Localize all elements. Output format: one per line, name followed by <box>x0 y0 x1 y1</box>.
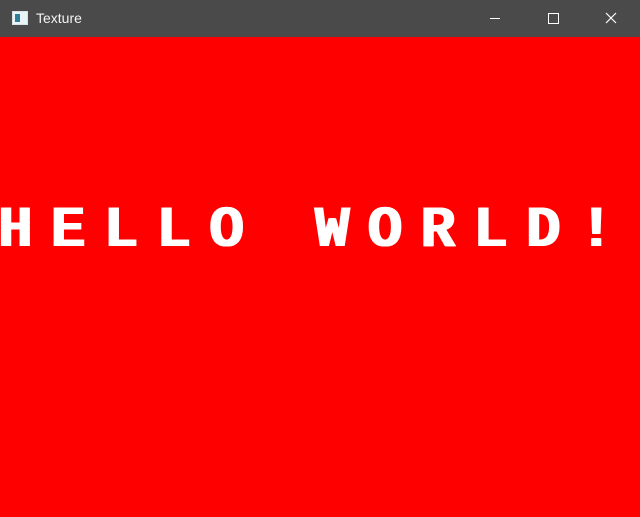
hello-world-text: HELLO WORLD! <box>0 199 632 264</box>
minimize-button[interactable] <box>466 0 524 37</box>
window-title: Texture <box>36 10 82 26</box>
maximize-icon <box>548 13 559 24</box>
maximize-button[interactable] <box>524 0 582 37</box>
window-controls <box>466 0 640 37</box>
close-icon <box>605 12 617 24</box>
minimize-icon <box>490 18 500 19</box>
app-window-icon[interactable] <box>12 11 28 25</box>
close-button[interactable] <box>582 0 640 37</box>
application-window: Texture HELLO WORLD! <box>0 0 640 517</box>
app-window-icon-pane <box>15 14 20 22</box>
window-titlebar[interactable]: Texture <box>0 0 640 37</box>
texture-canvas[interactable]: HELLO WORLD! <box>0 37 640 517</box>
